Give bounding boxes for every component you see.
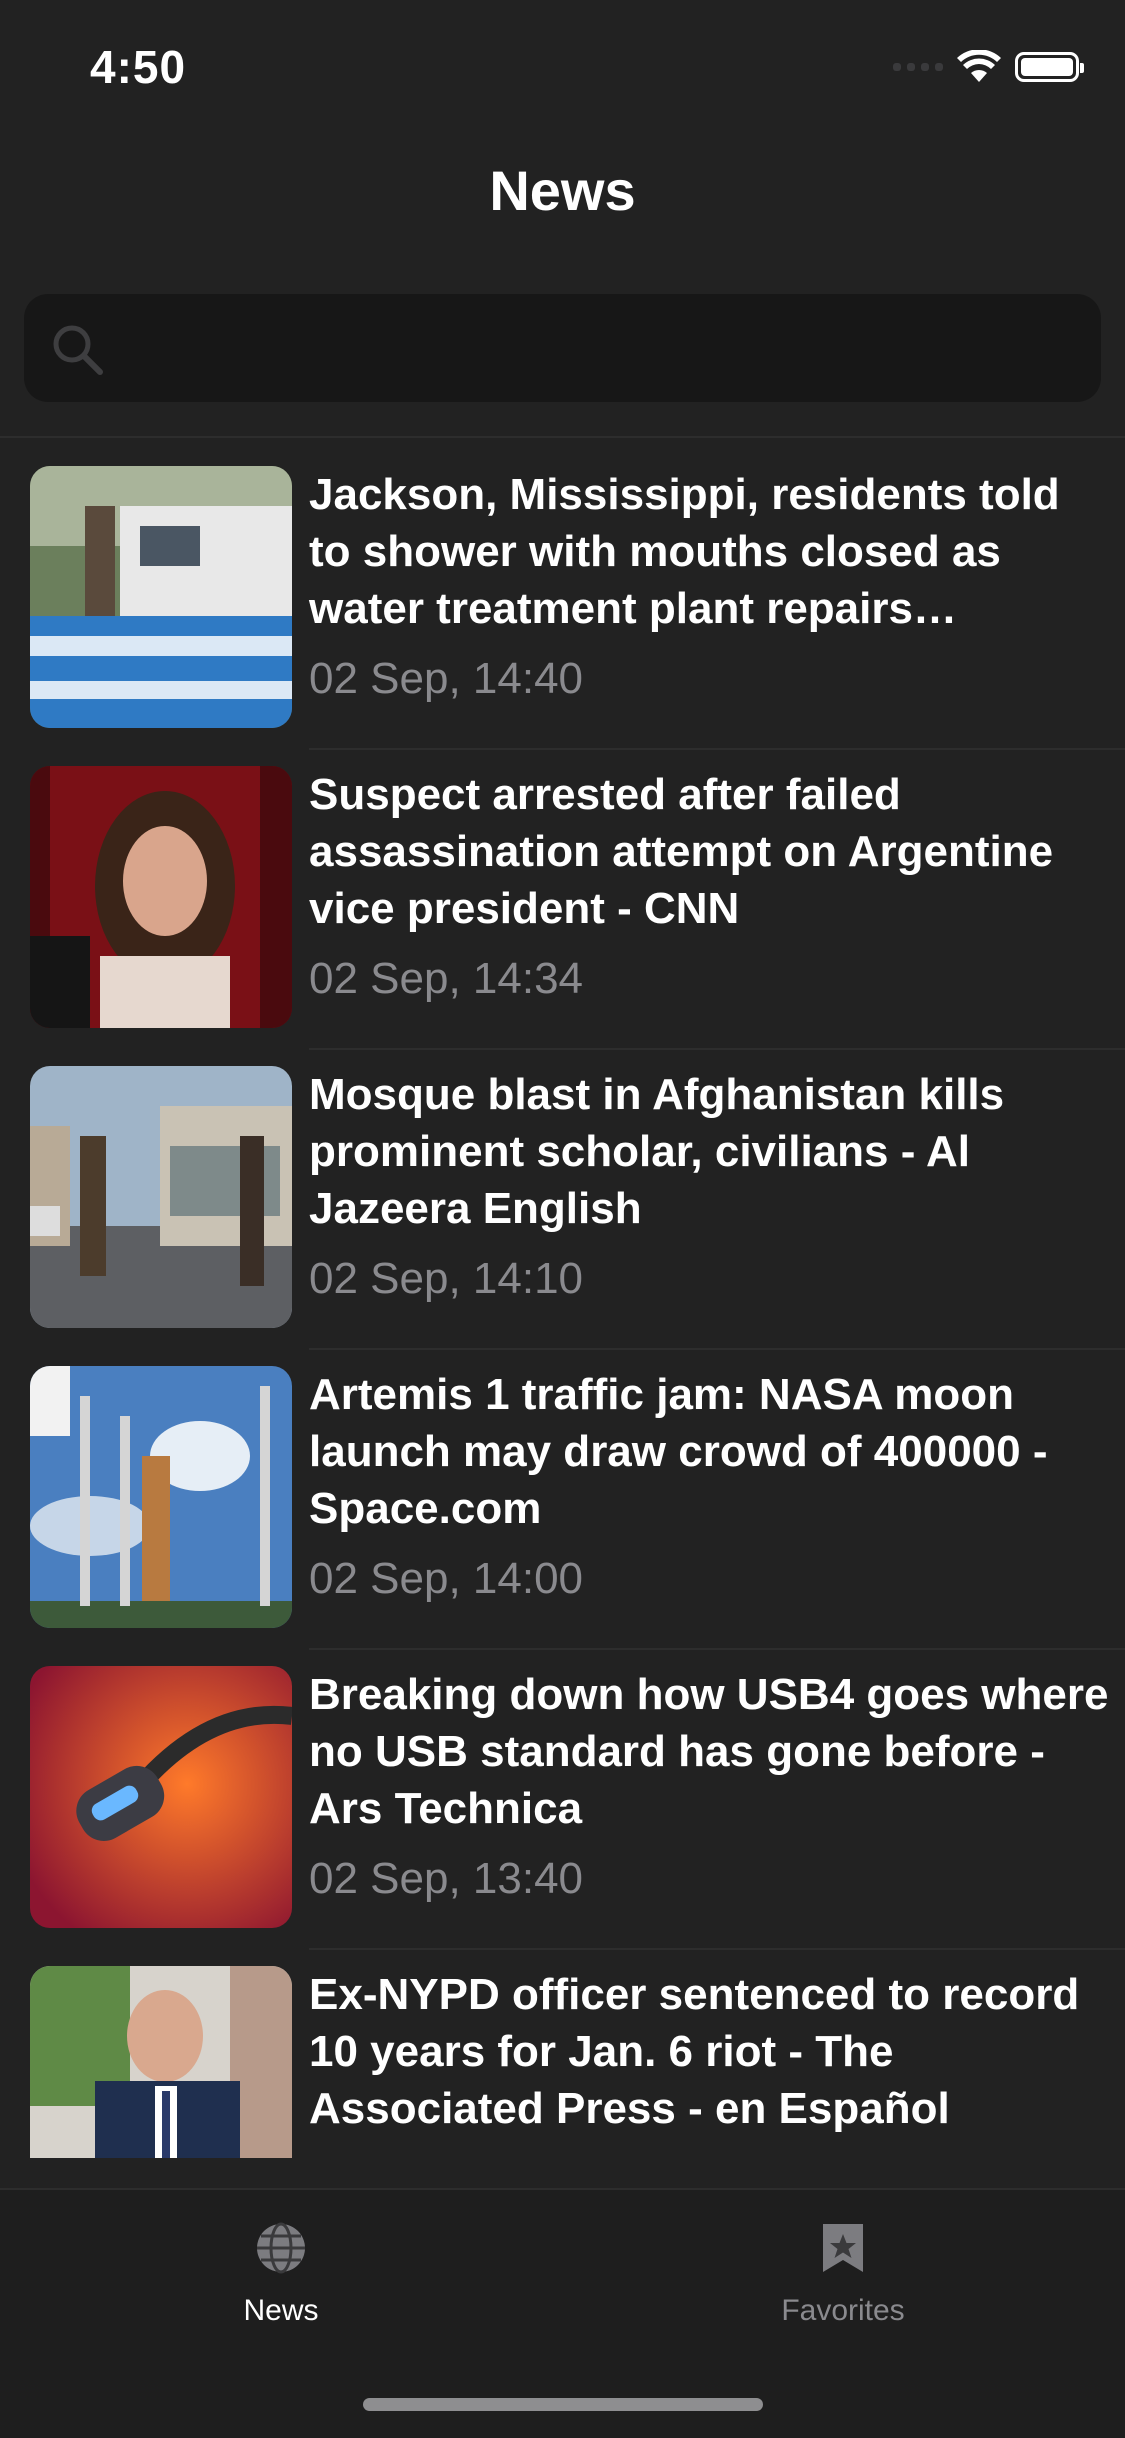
status-time: 4:50	[90, 41, 187, 93]
news-item[interactable]: Breaking down how USB4 goes where no USB…	[0, 1666, 1125, 1966]
wifi-icon	[957, 50, 1001, 82]
news-item[interactable]: Ex-NYPD officer sentenced to record 10 y…	[0, 1966, 1125, 2158]
article-headline: Suspect arrested after failed assassinat…	[309, 770, 1054, 933]
article-time: 02 Sep, 13:40	[309, 1854, 584, 1903]
news-item[interactable]: Mosque blast in Afghanistan kills promin…	[0, 1066, 1125, 1366]
news-item[interactable]: Suspect arrested after failed assassinat…	[0, 766, 1125, 1066]
article-thumbnail	[30, 1066, 292, 1328]
article-thumbnail	[30, 1966, 292, 2158]
news-item[interactable]: Artemis 1 traffic jam: NASA moon launch …	[0, 1366, 1125, 1666]
article-time: 02 Sep, 14:40	[309, 654, 584, 703]
article-time: 02 Sep, 14:34	[309, 954, 584, 1003]
article-thumbnail	[30, 466, 292, 728]
search-input[interactable]	[124, 294, 1068, 404]
search-icon	[53, 325, 103, 375]
article-headline: Artemis 1 traffic jam: NASA moon launch …	[309, 1370, 1048, 1533]
tab-label: News	[243, 2294, 319, 2327]
row-divider	[309, 1948, 1125, 1950]
row-divider	[309, 1348, 1125, 1350]
row-divider	[309, 748, 1125, 750]
row-divider	[309, 1648, 1125, 1650]
article-thumbnail	[30, 766, 292, 1028]
news-list[interactable]: Jackson, Mississippi, residents told to …	[0, 466, 1125, 2158]
article-time: 02 Sep, 14:00	[309, 1554, 584, 1603]
article-headline: Ex-NYPD officer sentenced to record 10 y…	[309, 1970, 1080, 2133]
status-icons	[893, 50, 1084, 84]
cellular-signal-icon	[893, 63, 943, 71]
tab-label: Favorites	[781, 2294, 905, 2327]
article-time: 02 Sep, 14:10	[309, 1254, 584, 1303]
status-bar: 4:50	[0, 0, 1125, 140]
page-title: News	[489, 159, 636, 222]
article-headline: Mosque blast in Afghanistan kills promin…	[309, 1070, 1005, 1233]
globe-icon	[257, 2222, 305, 2274]
battery-icon	[1015, 52, 1084, 82]
article-headline: Breaking down how USB4 goes where no USB…	[309, 1670, 1109, 1833]
tab-news[interactable]: News	[131, 2190, 431, 2390]
tab-favorites[interactable]: Favorites	[693, 2190, 993, 2390]
article-headline: Jackson, Mississippi, residents told to …	[309, 470, 1060, 633]
row-divider	[309, 1048, 1125, 1050]
article-thumbnail	[30, 1666, 292, 1928]
search-separator	[0, 436, 1125, 438]
bookmark-icon	[823, 2224, 863, 2272]
home-indicator[interactable]	[363, 2398, 763, 2411]
article-thumbnail	[30, 1366, 292, 1628]
news-item[interactable]: Jackson, Mississippi, residents told to …	[0, 466, 1125, 766]
search-bar[interactable]	[24, 294, 1101, 404]
